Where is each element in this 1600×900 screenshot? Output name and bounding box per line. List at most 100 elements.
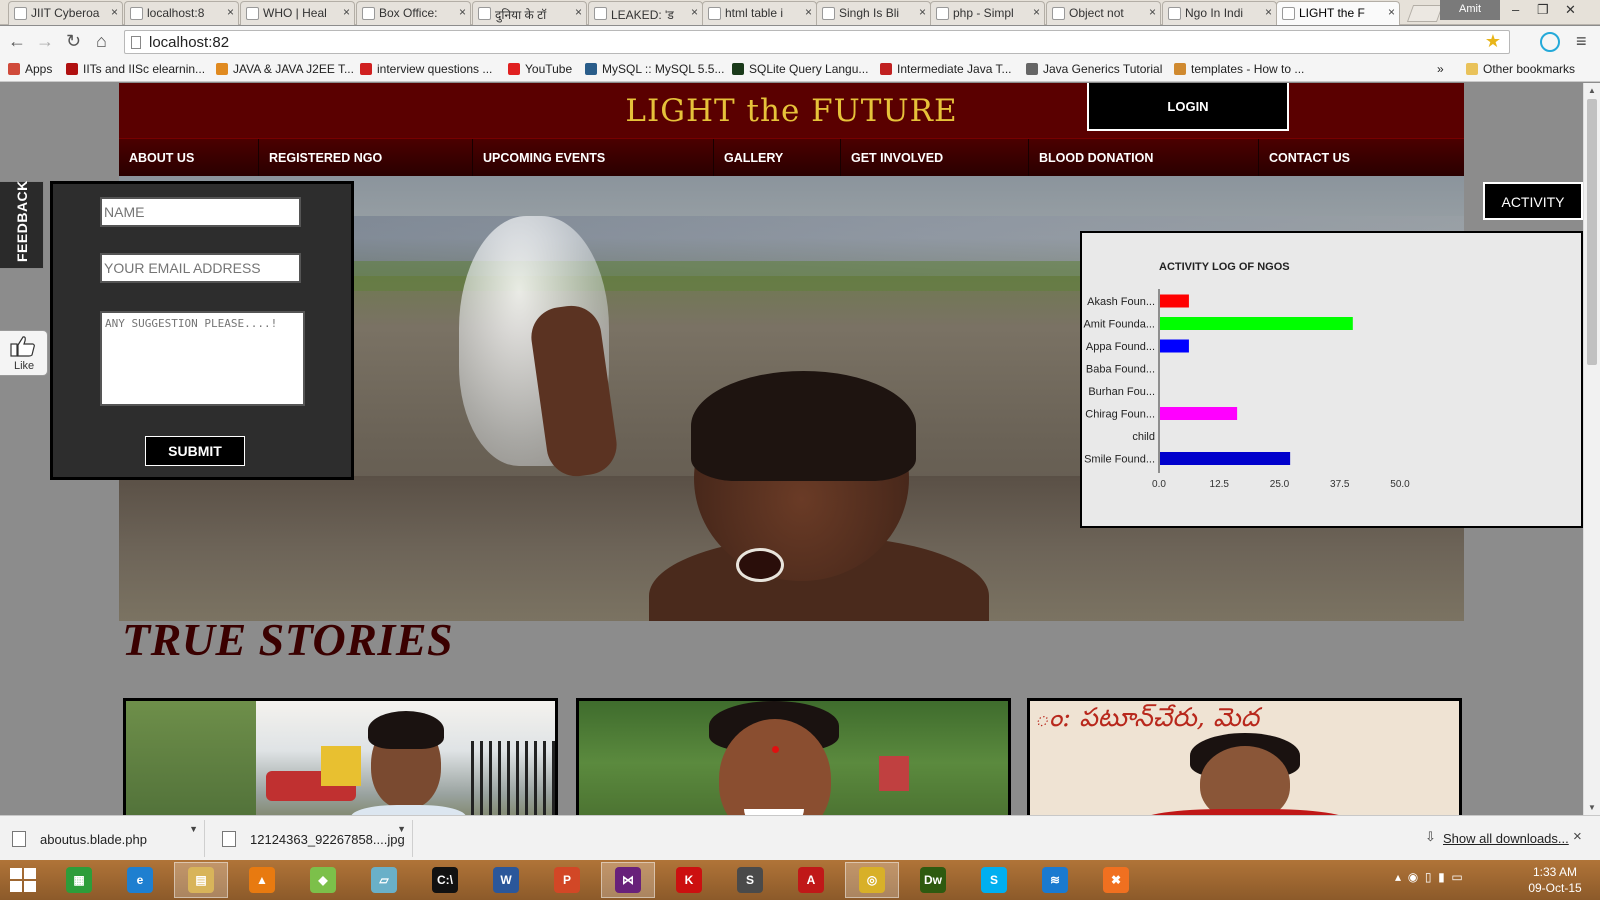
taskbar-kaspersky[interactable]: K (662, 862, 716, 898)
like-button[interactable]: Like (0, 330, 48, 376)
tab-close-icon[interactable]: × (459, 5, 466, 19)
nav-upcoming-events[interactable]: UPCOMING EVENTS (473, 139, 714, 177)
address-bar[interactable]: localhost:82 ★ (124, 30, 1510, 54)
window-close-icon[interactable]: ✕ (1565, 2, 1576, 18)
browser-tab-12[interactable]: LIGHT the F × (1276, 1, 1400, 25)
browser-tab-5[interactable]: दुनिया के टॉ × (472, 1, 587, 25)
tab-close-icon[interactable]: × (343, 5, 350, 19)
browser-tab-8[interactable]: Singh Is Bli × (816, 1, 931, 25)
nav-about-us[interactable]: ABOUT US (119, 139, 259, 177)
nav-get-involved[interactable]: GET INVOLVED (841, 139, 1029, 177)
email-field[interactable] (100, 253, 301, 283)
submit-button[interactable]: SUBMIT (145, 436, 245, 466)
bookmark-star-icon[interactable]: ★ (1485, 31, 1501, 52)
tab-close-icon[interactable]: × (805, 5, 812, 19)
browser-tab-1[interactable]: JIIT Cyberoa × (8, 1, 123, 25)
taskbar-photos[interactable]: ◆ (296, 862, 350, 898)
browser-tab-11[interactable]: Ngo In Indi × (1162, 1, 1277, 25)
story-card-2[interactable] (576, 698, 1011, 815)
suggestion-field[interactable] (100, 311, 305, 406)
download-options-icon[interactable]: ▼ (189, 824, 198, 834)
profile-badge[interactable]: Amit (1440, 0, 1500, 20)
downloads-close-icon[interactable]: × (1573, 828, 1582, 845)
bookmark-6[interactable]: MySQL :: MySQL 5.5... (585, 62, 724, 76)
bookmark-5[interactable]: YouTube (508, 62, 572, 76)
activity-button[interactable]: ACTIVITY (1483, 182, 1583, 220)
taskbar-store[interactable]: ▦ (52, 862, 106, 898)
maximize-icon[interactable]: ❐ (1537, 2, 1549, 18)
taskbar-vlc[interactable]: ▲ (235, 862, 289, 898)
forward-icon[interactable]: → (36, 31, 54, 52)
tab-close-icon[interactable]: × (111, 5, 118, 19)
browser-tab-2[interactable]: localhost:8 × (124, 1, 239, 25)
system-tray[interactable]: ▴ ◉ ▯ ▮ ▭ (1395, 870, 1463, 884)
bookmark-10[interactable]: templates - How to ... (1174, 62, 1304, 76)
feedback-tab[interactable]: FEEDBACK (0, 180, 44, 269)
clock[interactable]: 1:33 AM 09-Oct-15 (1520, 864, 1590, 896)
windows-logo-icon (10, 868, 22, 879)
taskbar-visual-studio[interactable]: ⋈ (601, 862, 655, 898)
nav-gallery[interactable]: GALLERY (714, 139, 841, 177)
scroll-down-icon[interactable]: ▼ (1588, 803, 1596, 812)
nav-blood-donation[interactable]: BLOOD DONATION (1029, 139, 1259, 177)
browser-tab-7[interactable]: html table i × (702, 1, 817, 25)
taskbar-command-prompt[interactable]: C:\ (418, 862, 472, 898)
bookmark-9[interactable]: Java Generics Tutorial (1026, 62, 1162, 76)
bookmark-1[interactable]: Apps (8, 62, 52, 76)
taskbar-skype[interactable]: S (967, 862, 1021, 898)
page-scrollbar[interactable]: ▲ ▼ (1583, 83, 1600, 815)
taskbar-sublime-text[interactable]: S (723, 862, 777, 898)
tab-close-icon[interactable]: × (227, 5, 234, 19)
bookmark-7[interactable]: SQLite Query Langu... (732, 62, 868, 76)
bookmarks-overflow-icon[interactable]: » (1437, 62, 1444, 76)
taskbar-powerpoint[interactable]: P (540, 862, 594, 898)
browser-tab-10[interactable]: Object not × (1046, 1, 1161, 25)
bookmark-2[interactable]: IITs and IISc elearnin... (66, 62, 205, 76)
new-tab-button[interactable] (1406, 5, 1444, 22)
taskbar-wifi[interactable]: ≋ (1028, 862, 1082, 898)
extension-icon[interactable] (1540, 32, 1560, 52)
story-card-3[interactable]: ం: పటూన్‌చేరు, మెద (1027, 698, 1462, 815)
taskbar-dreamweaver[interactable]: Dw (906, 862, 960, 898)
other-bookmarks[interactable]: Other bookmarks (1466, 62, 1575, 76)
taskbar-notes[interactable]: ▱ (357, 862, 411, 898)
tab-close-icon[interactable]: × (691, 5, 698, 19)
taskbar-acrobat[interactable]: A (784, 862, 838, 898)
taskbar-file-explorer[interactable]: ▤ (174, 862, 228, 898)
scrollbar-thumb[interactable] (1587, 99, 1597, 365)
bookmark-4[interactable]: interview questions ... (360, 62, 492, 76)
tab-close-icon[interactable]: × (1265, 5, 1272, 19)
url-text[interactable]: localhost:82 (149, 34, 229, 51)
home-icon[interactable]: ⌂ (96, 31, 107, 52)
download-item-1[interactable]: aboutus.blade.php ▼ (0, 820, 205, 857)
tab-close-icon[interactable]: × (919, 5, 926, 19)
browser-tab-6[interactable]: LEAKED: 'ड × (588, 1, 703, 25)
scroll-up-icon[interactable]: ▲ (1588, 86, 1596, 95)
tab-close-icon[interactable]: × (575, 5, 582, 19)
taskbar-word[interactable]: W (479, 862, 533, 898)
back-icon[interactable]: ← (8, 31, 26, 52)
taskbar-xampp[interactable]: ✖ (1089, 862, 1143, 898)
taskbar-internet-explorer[interactable]: e (113, 862, 167, 898)
download-options-icon[interactable]: ▼ (397, 824, 406, 834)
reload-icon[interactable]: ↻ (66, 31, 81, 52)
bookmark-8[interactable]: Intermediate Java T... (880, 62, 1012, 76)
tab-close-icon[interactable]: × (1149, 5, 1156, 19)
story-card-1[interactable] (123, 698, 558, 815)
minimize-icon[interactable]: – (1512, 2, 1519, 17)
nav-contact-us[interactable]: CONTACT US (1259, 139, 1464, 177)
tab-close-icon[interactable]: × (1388, 5, 1395, 19)
browser-tab-3[interactable]: WHO | Heal × (240, 1, 355, 25)
start-button[interactable] (10, 868, 38, 894)
browser-tab-9[interactable]: php - Simpl × (930, 1, 1045, 25)
taskbar-chrome[interactable]: ◎ (845, 862, 899, 898)
download-item-2[interactable]: 12124363_92267858....jpg ▼ (210, 820, 413, 857)
name-field[interactable] (100, 197, 301, 227)
menu-icon[interactable]: ≡ (1576, 31, 1587, 52)
bookmark-3[interactable]: JAVA & JAVA J2EE T... (216, 62, 354, 76)
show-all-downloads-link[interactable]: Show all downloads... (1443, 831, 1569, 846)
login-button[interactable]: LOGIN (1087, 83, 1289, 131)
browser-tab-4[interactable]: Box Office: × (356, 1, 471, 25)
tab-close-icon[interactable]: × (1033, 5, 1040, 19)
nav-registered-ngo[interactable]: REGISTERED NGO (259, 139, 473, 177)
